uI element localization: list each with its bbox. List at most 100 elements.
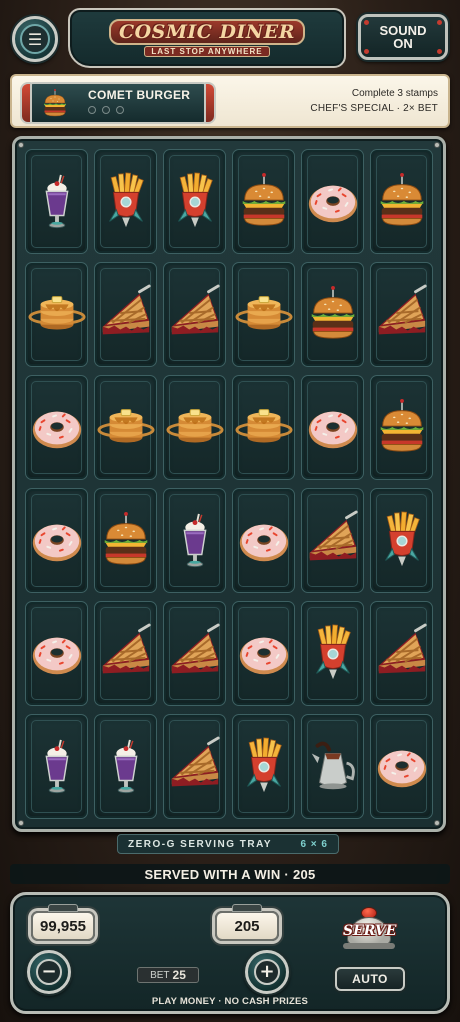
grid-cell [94, 714, 157, 819]
logo-subtitle: LAST STOP ANYWHERE [144, 46, 270, 57]
grid-cell [232, 488, 295, 593]
win-message: SERVED WITH A WIN · 205 [10, 864, 450, 884]
stamp-slot [116, 106, 124, 114]
game-logo: COSMIC DINER LAST STOP ANYWHERE [68, 8, 346, 68]
grid-cell [232, 714, 295, 819]
pancakes-icon [234, 397, 293, 459]
menu-button[interactable]: ☰ [12, 16, 58, 62]
grid-cell [25, 714, 88, 819]
grid-cell [301, 601, 364, 706]
pie-icon [166, 736, 224, 798]
grid-cell [301, 149, 364, 254]
balance-meter: 99,955 [31, 904, 95, 941]
sound-toggle-button[interactable]: SOUND ON [358, 14, 448, 60]
burger-icon [373, 171, 431, 233]
pie-icon [97, 623, 155, 685]
fries-icon [304, 623, 362, 685]
donut-icon [304, 171, 362, 233]
grid-cell [370, 601, 433, 706]
grid-cell [94, 601, 157, 706]
grid-cell [163, 375, 226, 480]
control-panel: 99,955 205 − BET 25 + SERVE AUTO PLAY MO… [10, 892, 450, 1014]
hamburger-menu-icon: ☰ [20, 24, 50, 54]
donut-icon [304, 397, 362, 459]
grid-cell [94, 488, 157, 593]
burger-icon [373, 397, 431, 459]
grid-cell [25, 488, 88, 593]
grid-cell [301, 375, 364, 480]
grid-cell [301, 488, 364, 593]
bet-display: BET 25 [137, 967, 199, 983]
balance-value: 99,955 [40, 917, 86, 935]
tray-label-text: ZERO-G SERVING TRAY [128, 838, 273, 850]
symbol-grid [25, 149, 433, 819]
donut-icon [28, 623, 86, 685]
stamp-slot [88, 106, 96, 114]
grid-cell [370, 714, 433, 819]
grid-cell [370, 488, 433, 593]
minus-icon: − [36, 959, 62, 985]
milkshake-icon [97, 736, 155, 798]
pie-icon [97, 284, 155, 346]
plus-icon: + [254, 959, 280, 985]
grid-cell [25, 601, 88, 706]
grid-cell [163, 714, 226, 819]
pancakes-icon [27, 284, 86, 346]
fries-icon [97, 171, 155, 233]
bet-label: BET [150, 969, 170, 981]
donut-icon [373, 736, 431, 798]
pie-icon [304, 510, 362, 572]
logo-title: COSMIC DINER [108, 19, 306, 45]
fries-icon [235, 736, 293, 798]
milkshake-icon [28, 736, 86, 798]
decrease-bet-button[interactable]: − [27, 950, 71, 994]
grid-cell [163, 149, 226, 254]
tray-label: ZERO-G SERVING TRAY 6 × 6 [117, 834, 339, 854]
burger-icon [235, 171, 293, 233]
grid-cell [163, 262, 226, 367]
grid-cell [370, 375, 433, 480]
donut-icon [235, 623, 293, 685]
bet-value: 25 [172, 968, 186, 982]
milkshake-icon [166, 510, 224, 572]
order-instruction: Complete 3 stamps [351, 88, 438, 99]
order-badge: COMET BURGER [20, 82, 216, 124]
grid-cell [370, 149, 433, 254]
increase-bet-button[interactable]: + [245, 950, 289, 994]
order-special: CHEF'S SPECIAL · 2× BET [310, 103, 438, 114]
auto-play-button[interactable]: AUTO [335, 967, 405, 991]
burger-icon [304, 284, 362, 346]
grid-cell [232, 149, 295, 254]
burger-icon [40, 88, 70, 118]
milkshake-icon [28, 171, 86, 233]
win-meter: 205 [215, 904, 279, 941]
disclaimer: PLAY MONEY · NO CASH PRIZES [151, 996, 309, 1007]
donut-icon [235, 510, 293, 572]
grid-cell [25, 375, 88, 480]
grid-cell [25, 149, 88, 254]
donut-icon [28, 397, 86, 459]
pancakes-icon [96, 397, 155, 459]
order-name: COMET BURGER [88, 88, 191, 102]
burger-icon [97, 510, 155, 572]
pancakes-icon [234, 284, 293, 346]
grid-cell [94, 149, 157, 254]
stamp-slot [102, 106, 110, 114]
sound-label-line2: ON [393, 36, 413, 51]
game-board [12, 136, 446, 832]
grid-cell [301, 714, 364, 819]
grid-cell [94, 375, 157, 480]
grid-cell [301, 262, 364, 367]
pie-icon [373, 623, 431, 685]
order-card: COMET BURGER Complete 3 stamps CHEF'S SP… [10, 74, 450, 128]
win-value: 205 [234, 917, 260, 935]
grid-cell [232, 262, 295, 367]
tray-size: 6 × 6 [300, 838, 328, 850]
serve-label: SERVE [343, 923, 397, 939]
serve-button[interactable]: SERVE [343, 905, 397, 951]
pancakes-icon [165, 397, 224, 459]
coffee-pot-icon [304, 736, 362, 798]
grid-cell [370, 262, 433, 367]
fries-icon [373, 510, 431, 572]
grid-cell [25, 262, 88, 367]
